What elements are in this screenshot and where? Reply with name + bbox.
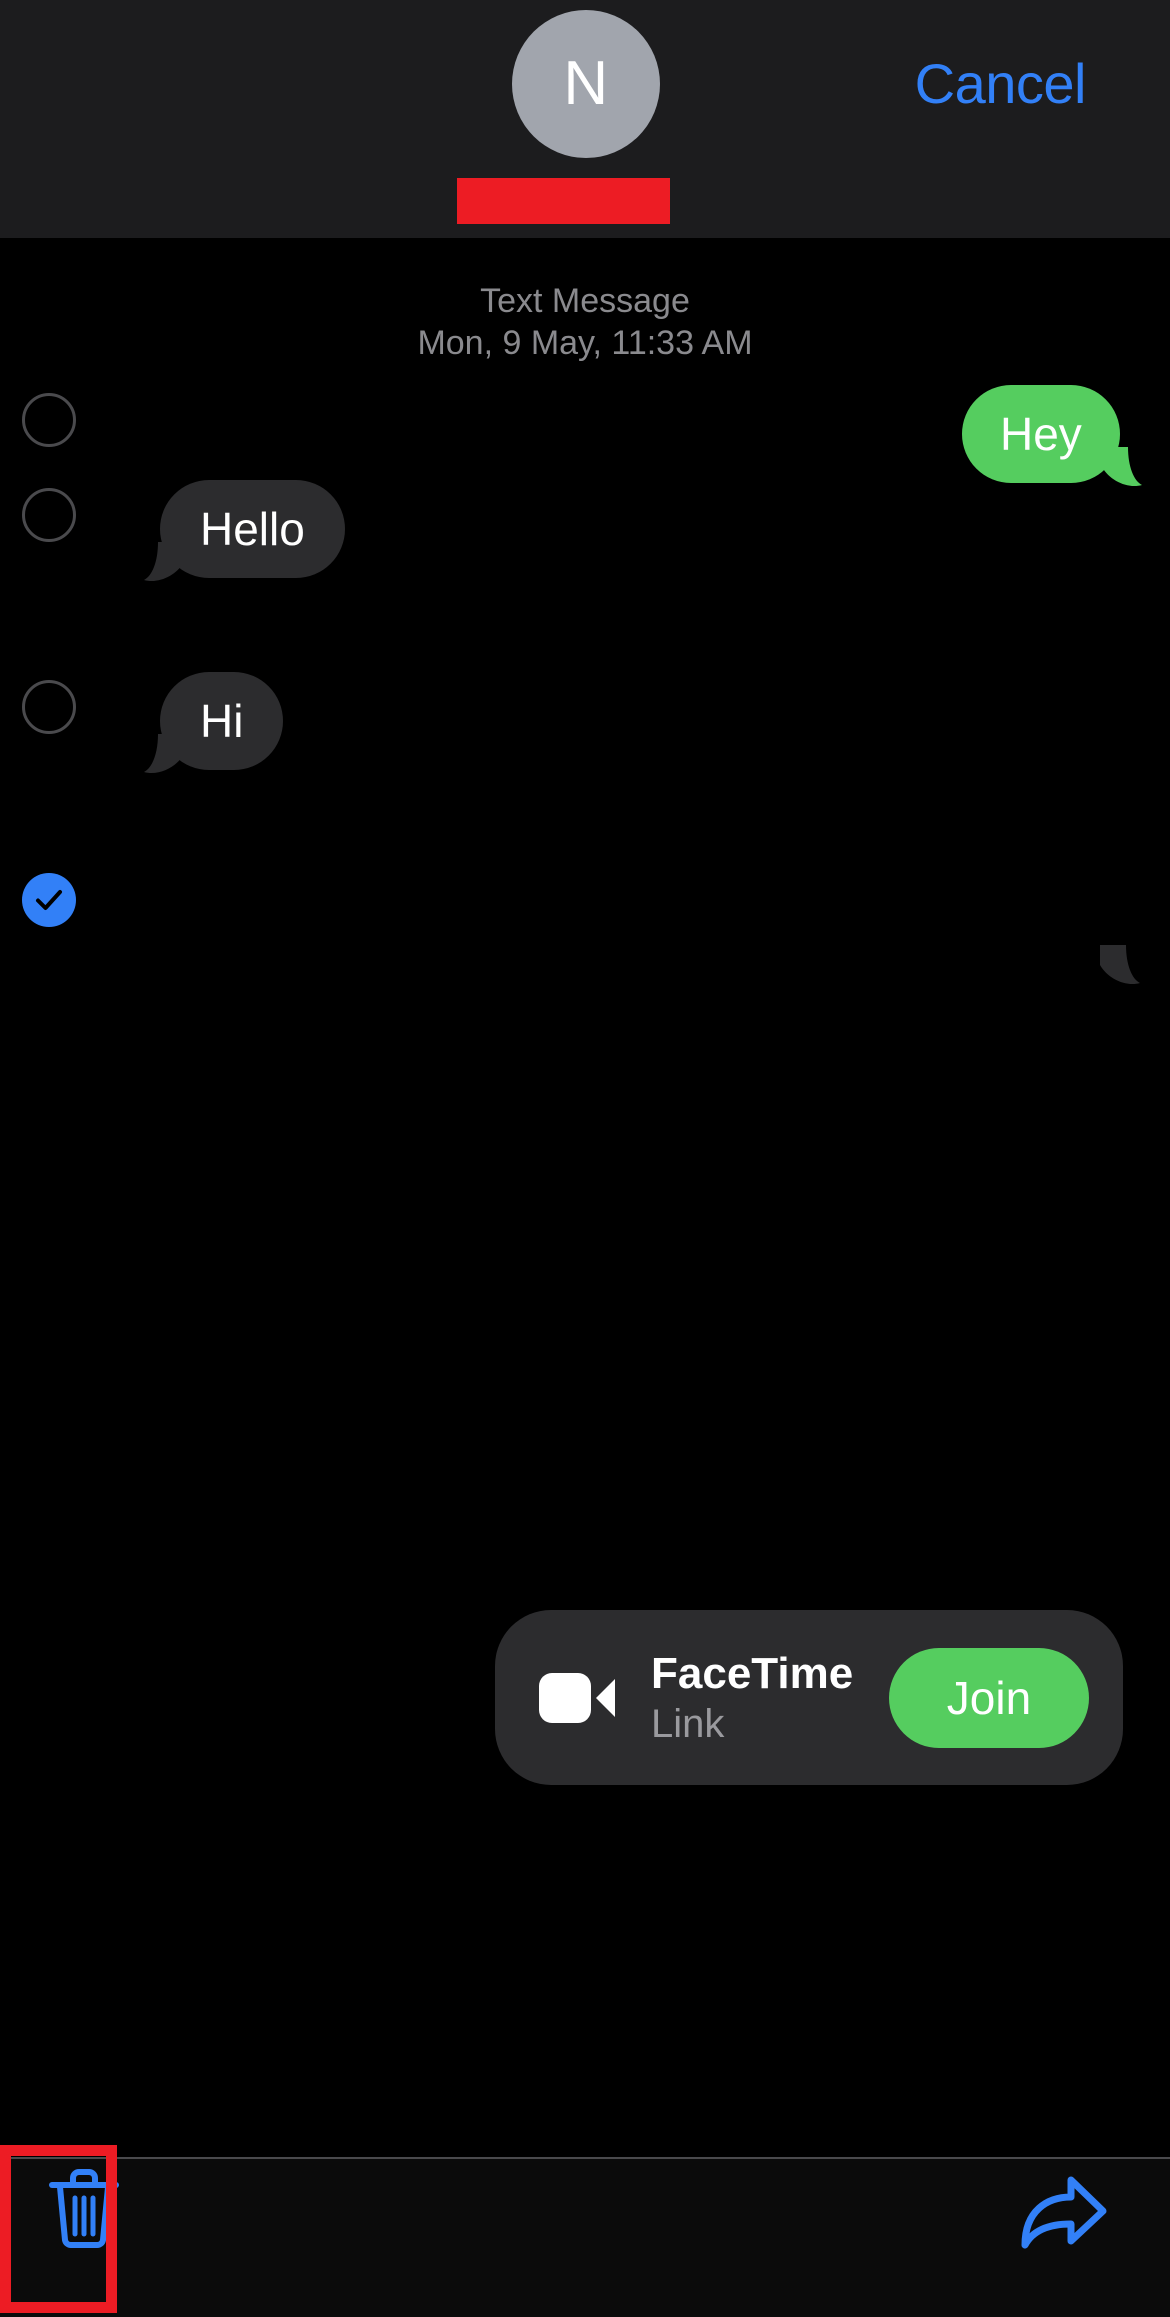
bubble-tail-left: [142, 734, 186, 778]
timestamp-datetime: Mon, 9 May, 11:33 AM: [417, 324, 753, 362]
checkmark-icon: [36, 890, 62, 910]
video-camera-icon: [539, 1667, 617, 1729]
timestamp-type-label: Text Message: [480, 282, 690, 320]
bubble-tail-right: [1098, 945, 1142, 989]
message-row: Hey: [0, 385, 1170, 495]
message-timestamp: Text Message Mon, 9 May, 11:33 AM: [0, 280, 1170, 364]
message-select-circle[interactable]: [22, 680, 76, 734]
messages-screen: N Cancel Text Message Mon, 9 May, 11:33 …: [0, 0, 1170, 2317]
conversation-header: N Cancel: [0, 0, 1170, 238]
bubble-tail-left: [142, 542, 186, 586]
message-row: Hello: [0, 480, 1170, 590]
message-bubble-outgoing[interactable]: Hey: [962, 385, 1120, 483]
join-button[interactable]: Join: [889, 1647, 1089, 1748]
message-select-circle-checked[interactable]: [22, 873, 76, 927]
bottom-toolbar: [0, 2159, 1170, 2317]
facetime-link-card[interactable]: FaceTime Link Join: [495, 1610, 1123, 1785]
facetime-title: FaceTime: [651, 1648, 854, 1698]
trash-icon: [49, 2169, 119, 2248]
delete-button[interactable]: [40, 2159, 128, 2259]
forward-arrow-icon: [1021, 2176, 1107, 2249]
message-select-circle[interactable]: [22, 393, 76, 447]
facetime-text-block: FaceTime Link: [651, 1648, 889, 1748]
message-text: Hey: [1000, 408, 1082, 460]
cancel-button[interactable]: Cancel: [915, 56, 1087, 112]
message-row: Hi: [0, 672, 1170, 782]
message-bubble-incoming[interactable]: Hello: [160, 480, 345, 578]
message-text: Hello: [200, 503, 305, 555]
message-text: Hi: [200, 695, 244, 747]
facetime-subtitle: Link: [651, 1701, 725, 1746]
message-select-circle[interactable]: [22, 488, 76, 542]
forward-button[interactable]: [1014, 2165, 1114, 2261]
redacted-contact-name: [457, 178, 670, 224]
message-row: FaceTime Link Join: [0, 805, 1170, 1785]
avatar[interactable]: N: [512, 10, 660, 158]
avatar-initial: N: [563, 49, 609, 118]
